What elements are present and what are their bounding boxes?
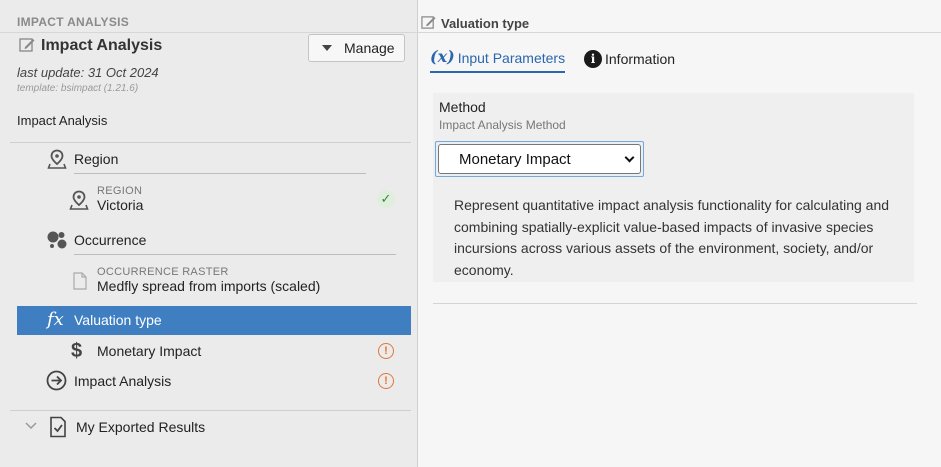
- method-select-value: Monetary Impact: [459, 150, 571, 168]
- method-select-focus-ring: Monetary Impact: [435, 141, 644, 177]
- chevron-down-icon: [624, 152, 635, 162]
- subitem-value: Victoria: [97, 197, 144, 213]
- location-pin-icon: [47, 149, 67, 169]
- arrow-circle-right-icon: [46, 370, 67, 391]
- fx-icon: fx: [47, 309, 64, 330]
- last-update: last update: 31 Oct 2024: [17, 65, 159, 80]
- dropdown-triangle-icon: [322, 45, 332, 51]
- manage-label: Manage: [344, 40, 395, 56]
- tree-root-label: Impact Analysis: [17, 113, 108, 128]
- subitem-label: OCCURRENCE RASTER: [97, 266, 229, 278]
- edit-icon: [421, 16, 436, 29]
- info-icon: i: [584, 50, 602, 68]
- tree-item-occurrence[interactable]: Occurrence: [74, 232, 146, 248]
- tree-item-exported-results[interactable]: My Exported Results: [76, 419, 205, 435]
- occurrence-bubbles-icon: [47, 231, 67, 249]
- method-sublabel: Impact Analysis Method: [439, 118, 566, 132]
- dollar-icon: $: [71, 340, 83, 362]
- chevron-down-icon[interactable]: [25, 421, 37, 431]
- right-panel: Valuation type (x) Input Parameters i In…: [418, 0, 941, 467]
- warning-icon: !: [378, 373, 394, 389]
- subitem-value: Medfly spread from imports (scaled): [97, 278, 321, 294]
- tab-label: Information: [605, 51, 676, 67]
- tree-subitem-occurrence[interactable]: OCCURRENCE RASTER Medfly spread from imp…: [97, 266, 320, 294]
- check-icon: ✓: [377, 190, 395, 208]
- manage-button[interactable]: Manage: [308, 34, 405, 62]
- location-pin-icon: [69, 190, 89, 210]
- divider: [74, 173, 366, 174]
- tree-subitem-monetary-impact[interactable]: Monetary Impact: [97, 343, 201, 359]
- tree-item-valuation-type[interactable]: fx Valuation type: [17, 306, 411, 335]
- warning-icon: !: [378, 343, 394, 359]
- variable-icon: (x): [430, 47, 455, 66]
- method-label: Method: [439, 99, 486, 115]
- method-card: Method Impact Analysis Method Monetary I…: [433, 93, 914, 282]
- edit-icon[interactable]: [19, 37, 35, 53]
- tab-input-parameters[interactable]: (x) Input Parameters: [430, 47, 566, 73]
- left-panel: IMPACT ANALYSIS Impact Analysis Manage l…: [0, 0, 418, 467]
- tree-item-impact-analysis[interactable]: Impact Analysis: [74, 373, 171, 389]
- divider: [10, 142, 411, 143]
- analysis-title: Impact Analysis: [41, 37, 163, 54]
- panel-title: Valuation type: [441, 16, 530, 31]
- app-root: IMPACT ANALYSIS Impact Analysis Manage l…: [0, 0, 941, 467]
- subitem-label: REGION: [97, 185, 143, 197]
- tree-item-region[interactable]: Region: [74, 151, 118, 167]
- divider: [433, 303, 917, 304]
- divider: [0, 32, 418, 33]
- file-icon: [73, 272, 87, 290]
- section-header: IMPACT ANALYSIS: [17, 15, 130, 29]
- document-check-icon: [50, 416, 66, 438]
- divider: [418, 32, 941, 33]
- method-description: Represent quantitative impact analysis f…: [454, 197, 890, 278]
- tree-subitem-region[interactable]: REGION Victoria: [97, 185, 143, 213]
- tab-information[interactable]: i Information: [584, 48, 675, 70]
- divider: [10, 410, 411, 411]
- method-select[interactable]: Monetary Impact: [438, 144, 641, 174]
- template-info: template: bsimpact (1.21.6): [17, 83, 139, 94]
- tree-item-label: Valuation type: [74, 312, 162, 328]
- divider: [74, 254, 396, 255]
- tab-label: Input Parameters: [457, 50, 566, 66]
